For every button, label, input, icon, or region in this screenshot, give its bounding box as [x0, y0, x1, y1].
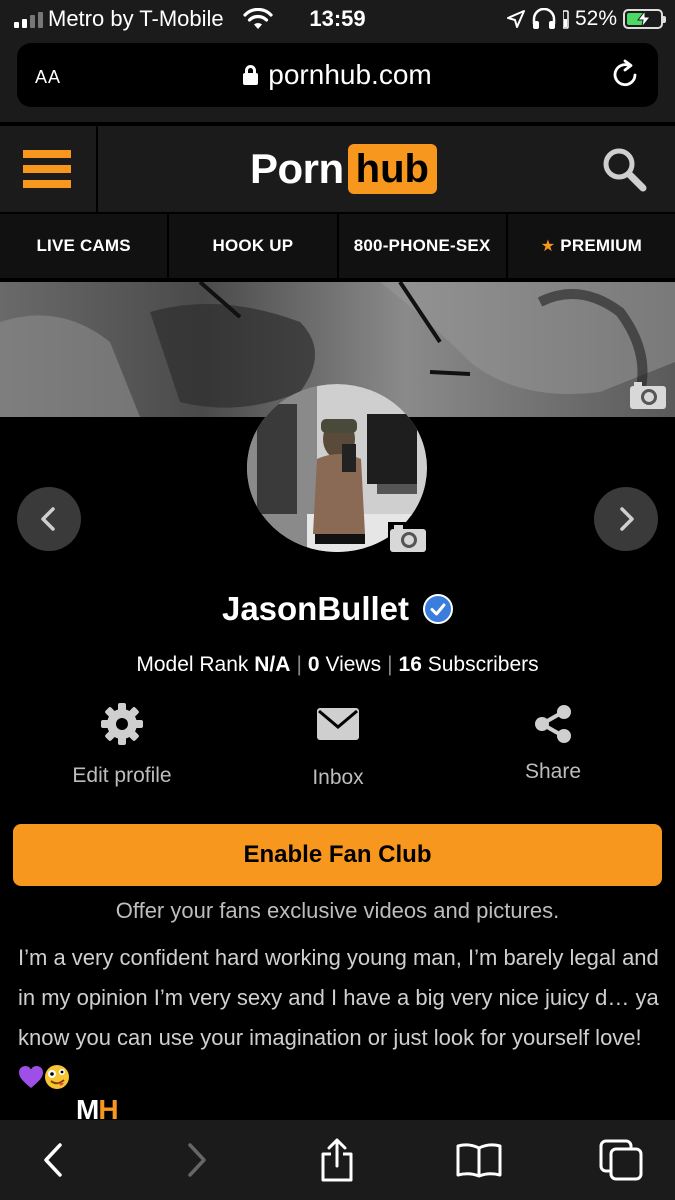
logo-text-left: Porn [250, 145, 344, 192]
top-nav: LIVE CAMS HOOK UP 800-PHONE-SEX ★ PREMIUM [0, 212, 675, 280]
previous-button[interactable] [17, 487, 81, 551]
site-logo[interactable]: Porn hub [250, 142, 437, 196]
back-icon [44, 1143, 62, 1177]
mail-icon [317, 708, 359, 740]
bookmarks-icon [456, 1143, 502, 1178]
edit-profile-label: Edit profile [72, 764, 172, 787]
next-button[interactable] [594, 487, 658, 551]
nav-premium-label: PREMIUM [560, 236, 642, 255]
browser-address-area: AA pornhub.com [0, 40, 675, 122]
model-rank-label: Model Rank [136, 653, 249, 676]
share-sheet-button[interactable] [312, 1136, 362, 1184]
browser-toolbar [0, 1120, 675, 1200]
nav-phone-sex[interactable]: 800-PHONE-SEX [339, 214, 508, 278]
location-icon [506, 10, 525, 28]
bio: I’m a very confident hard working young … [18, 938, 663, 1098]
share-button[interactable]: Share [473, 700, 633, 784]
zany-face-icon [45, 1065, 69, 1089]
headphones-icon [532, 8, 556, 29]
model-rank-value: N/A [254, 653, 291, 676]
search-icon[interactable] [601, 146, 647, 192]
username-row: JasonBullet [0, 590, 675, 628]
views-label: Views [325, 653, 382, 676]
charging-bolt-icon [637, 11, 651, 27]
verified-icon [423, 594, 454, 624]
tabs-icon [599, 1139, 643, 1181]
forward-button[interactable] [172, 1136, 222, 1184]
username: JasonBullet [221, 590, 410, 627]
gear-icon [101, 703, 143, 745]
reload-icon[interactable] [610, 58, 642, 90]
nav-premium[interactable]: ★ PREMIUM [508, 214, 675, 278]
chevron-left-icon [41, 507, 55, 531]
camera-icon[interactable] [388, 522, 428, 554]
status-right: 52% [506, 6, 666, 32]
subscribers-label: Subscribers [427, 653, 539, 676]
share-label: Share [524, 760, 582, 783]
site-header: Porn hub [0, 126, 675, 212]
enable-fan-club-button[interactable]: Enable Fan Club [13, 824, 662, 886]
nav-hook-up[interactable]: HOOK UP [169, 214, 339, 278]
camera-icon[interactable] [629, 380, 667, 410]
address-bar[interactable]: AA pornhub.com [17, 43, 658, 107]
fan-club-subtitle: Offer your fans exclusive videos and pic… [115, 898, 560, 923]
hamburger-icon[interactable] [0, 126, 98, 212]
url-display[interactable]: pornhub.com [17, 59, 658, 91]
inbox-label: Inbox [312, 766, 364, 789]
battery-icon [623, 9, 666, 29]
share-sheet-icon [321, 1138, 353, 1182]
bio-text: I’m a very confident hard working young … [18, 945, 659, 1050]
logo-text-right: hub [347, 144, 437, 194]
purple-heart-icon [19, 1066, 43, 1088]
share-icon [535, 705, 571, 743]
inbox-button[interactable]: Inbox [258, 700, 418, 790]
star-icon: ★ [540, 238, 556, 255]
forward-icon [188, 1143, 206, 1177]
chevron-right-icon [620, 507, 634, 531]
status-bar: Metro by T-Mobile 13:59 52% [0, 0, 675, 40]
bookmarks-button[interactable] [454, 1136, 504, 1184]
views-value: 0 [307, 653, 320, 676]
subscribers-value: 16 [398, 653, 422, 676]
nav-live-cams[interactable]: LIVE CAMS [0, 214, 170, 278]
url-text: pornhub.com [268, 59, 432, 90]
lock-icon [243, 65, 259, 85]
tabs-button[interactable] [596, 1136, 646, 1184]
profile-stats: Model Rank N/A | 0 Views | 16 Subscribers [136, 653, 539, 676]
audio-bar-icon [562, 10, 569, 29]
edit-profile-button[interactable]: Edit profile [42, 700, 202, 788]
back-button[interactable] [28, 1136, 78, 1184]
battery-percent: 52% [574, 7, 617, 30]
